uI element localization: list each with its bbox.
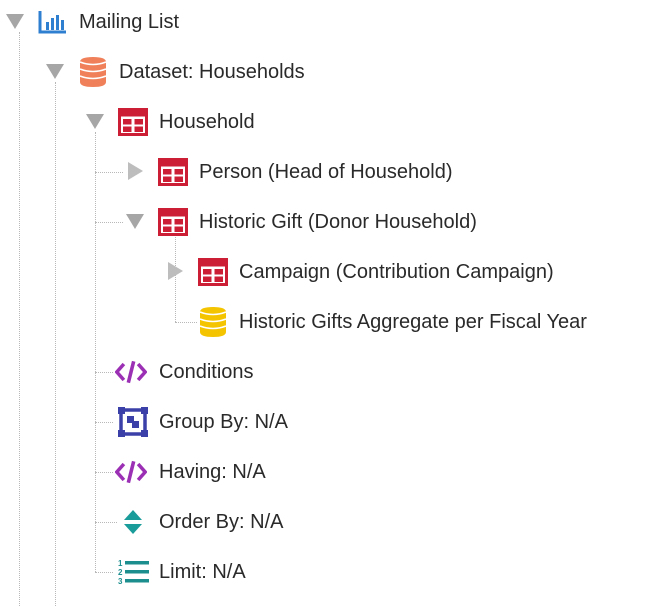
connector-dataset xyxy=(55,82,56,606)
node-label-conditions[interactable]: Conditions xyxy=(159,360,254,384)
numbered-list-icon: 1 2 3 xyxy=(117,556,149,588)
database-icon xyxy=(77,56,109,88)
aggregate-database-icon xyxy=(197,306,229,338)
connector-h-limit xyxy=(95,572,113,573)
connector-h-conditions xyxy=(95,372,113,373)
bar-chart-icon xyxy=(37,6,69,38)
table-icon xyxy=(157,156,189,188)
collapse-toggle-icon[interactable] xyxy=(124,210,146,232)
connector-h-historic-gift xyxy=(95,222,123,223)
svg-text:2: 2 xyxy=(118,568,123,577)
connector-h-aggregate xyxy=(175,322,197,323)
connector-h-having xyxy=(95,472,113,473)
svg-text:3: 3 xyxy=(118,577,123,586)
node-label-aggregate[interactable]: Historic Gifts Aggregate per Fiscal Year xyxy=(239,310,587,334)
node-label-order-by[interactable]: Order By: N/A xyxy=(159,510,283,534)
code-icon xyxy=(115,356,147,388)
node-label-dataset[interactable]: Dataset: Households xyxy=(119,60,305,84)
table-icon xyxy=(117,106,149,138)
svg-text:1: 1 xyxy=(118,559,123,568)
code-icon xyxy=(115,456,147,488)
node-label-household[interactable]: Household xyxy=(159,110,255,134)
connector-h-person xyxy=(95,172,123,173)
expand-toggle-icon[interactable] xyxy=(124,160,146,182)
connector-household xyxy=(95,132,96,572)
expand-toggle-icon[interactable] xyxy=(164,260,186,282)
connector-h-order-by xyxy=(95,522,117,523)
table-icon xyxy=(157,206,189,238)
collapse-toggle-icon[interactable] xyxy=(84,110,106,132)
table-icon xyxy=(197,256,229,288)
connector-root xyxy=(19,32,20,606)
sort-icon xyxy=(117,506,149,538)
collapse-toggle-icon[interactable] xyxy=(4,10,26,32)
connector-h-group-by xyxy=(95,422,113,423)
node-label-limit[interactable]: Limit: N/A xyxy=(159,560,246,584)
node-label-group-by[interactable]: Group By: N/A xyxy=(159,410,288,434)
node-label-campaign[interactable]: Campaign (Contribution Campaign) xyxy=(239,260,554,284)
query-tree: Mailing List Dataset: Households Househo… xyxy=(0,0,672,606)
node-label-historic-gift[interactable]: Historic Gift (Donor Household) xyxy=(199,210,477,234)
node-label-having[interactable]: Having: N/A xyxy=(159,460,266,484)
node-label-person[interactable]: Person (Head of Household) xyxy=(199,160,452,184)
node-label-mailing-list[interactable]: Mailing List xyxy=(79,10,179,34)
group-by-icon xyxy=(117,406,149,438)
collapse-toggle-icon[interactable] xyxy=(44,60,66,82)
